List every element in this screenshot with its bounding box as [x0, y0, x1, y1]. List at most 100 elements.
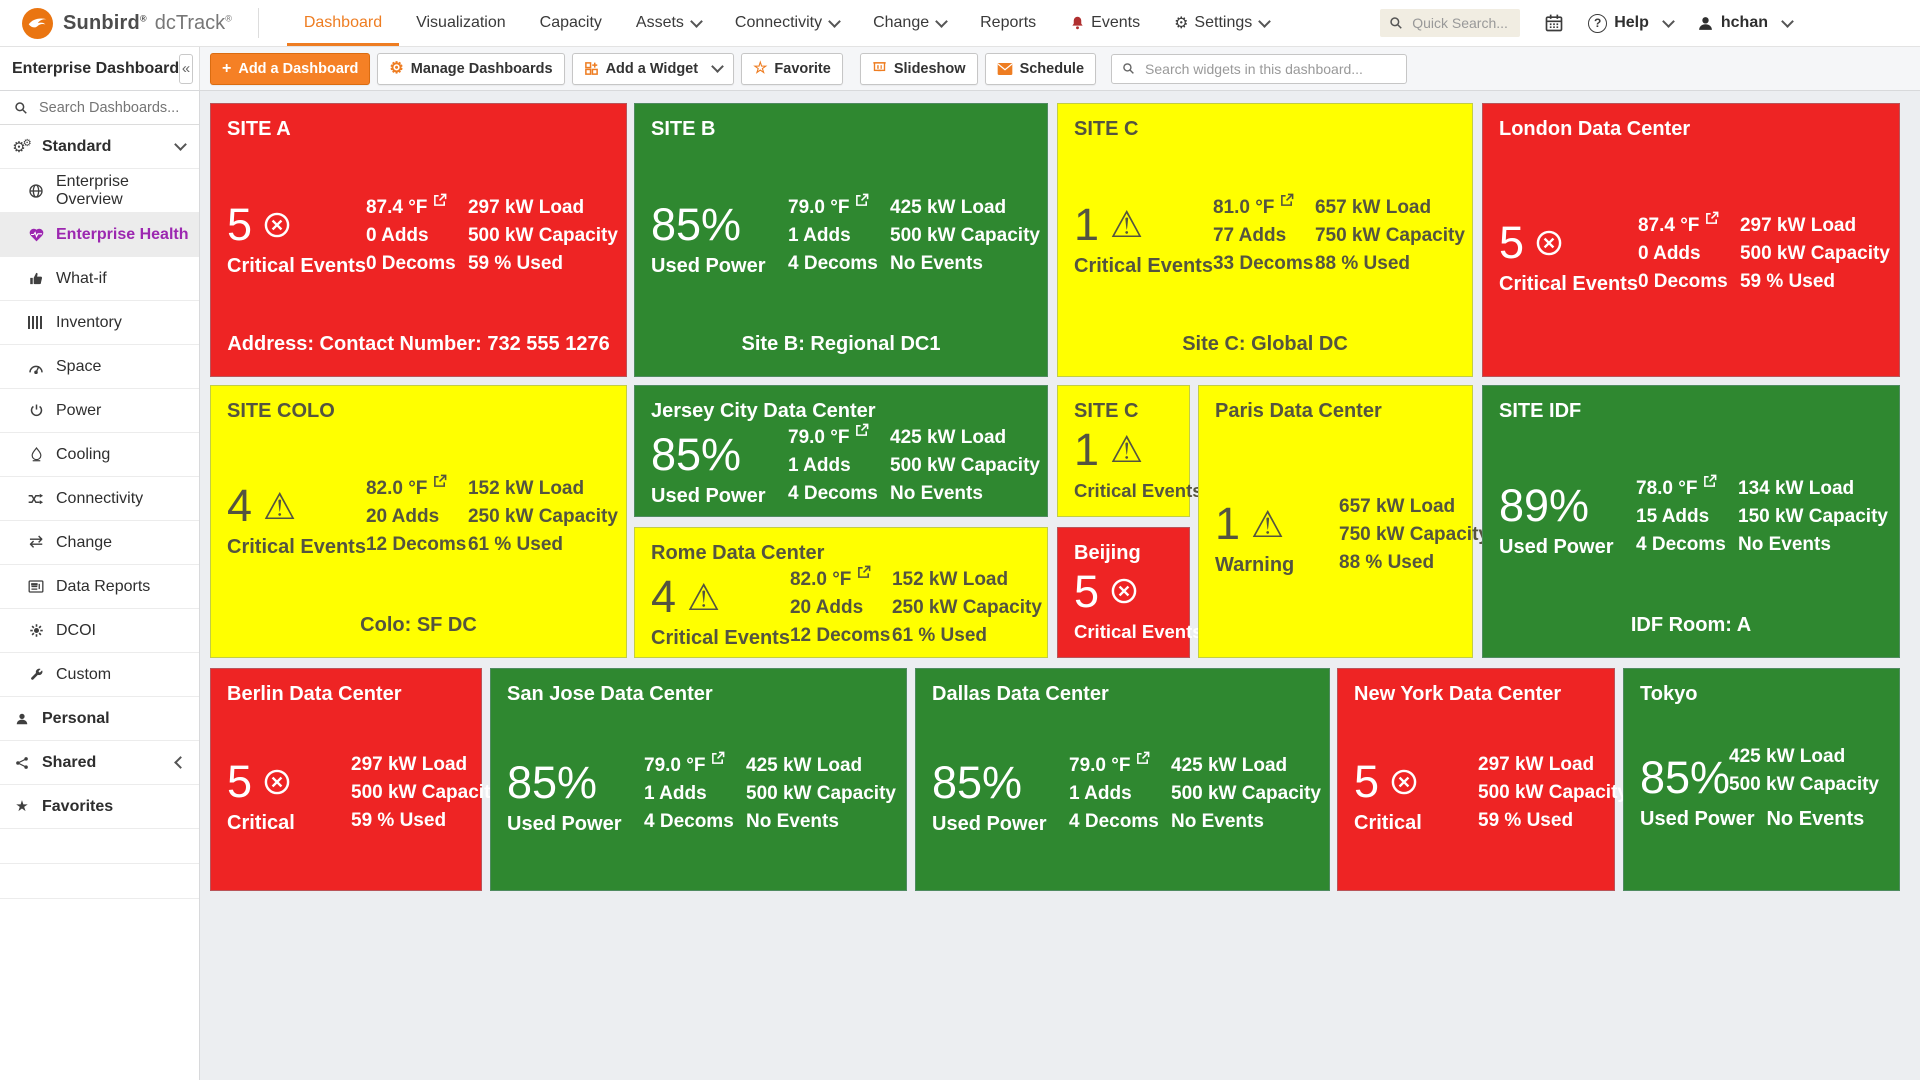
help-menu[interactable]: ? Help — [1588, 14, 1673, 33]
dashboard-tile-site-b[interactable]: SITE B85%Used Power79.0 °F1 Adds4 Decoms… — [634, 103, 1048, 377]
dashboard-tile-dallas[interactable]: Dallas Data Center85%Used Power79.0 °F1 … — [915, 668, 1330, 891]
dashboard-tile-tokyo[interactable]: Tokyo85%Used PowerNo Events425 kW Load50… — [1623, 668, 1900, 891]
external-link-icon[interactable] — [1136, 751, 1150, 765]
dashboard-tile-jersey-city[interactable]: Jersey City Data Center85%Used Power79.0… — [634, 385, 1048, 517]
tile-stat-line: 500 kW Capacity — [351, 779, 501, 807]
user-menu[interactable]: hchan — [1697, 14, 1792, 32]
tile-title: Jersey City Data Center — [651, 400, 1031, 423]
temperature-value: 79.0 °F — [788, 423, 890, 452]
sidebar-item-what-if[interactable]: What-if — [0, 257, 199, 301]
error-icon — [263, 768, 291, 796]
nav-item-events[interactable]: Events — [1053, 0, 1157, 46]
nav-item-settings[interactable]: ⚙Settings — [1157, 0, 1286, 46]
sidebar-item-shared[interactable]: Shared — [0, 741, 199, 785]
sidebar-item-cooling[interactable]: Cooling — [0, 433, 199, 477]
tile-stat-line: 500 kW Capacity — [1729, 771, 1879, 799]
sidebar-item-data-reports[interactable]: Data Reports — [0, 565, 199, 609]
dashboard-tile-site-c[interactable]: SITE C1⚠Critical Events81.0 °F77 Adds33 … — [1057, 103, 1473, 377]
tile-footer: IDF Room: A — [1499, 610, 1883, 647]
sidebar-item-label: Power — [56, 402, 101, 420]
tile-load-column: 425 kW Load500 kW CapacityNo Events — [746, 752, 896, 836]
sidebar-item-power[interactable]: Power — [0, 389, 199, 433]
gauge-icon — [26, 360, 46, 374]
external-link-icon[interactable] — [857, 565, 871, 579]
dashboard-tile-new-york[interactable]: New York Data Center5Critical297 kW Load… — [1337, 668, 1615, 891]
metric-label: Used PowerNo Events — [1640, 808, 1863, 831]
dashboard-tile-site-c-mini[interactable]: SITE C1⚠Critical Events — [1057, 385, 1190, 517]
dashboard-tile-beijing[interactable]: Beijing5Critical Events — [1057, 527, 1190, 658]
tile-body: 85%Used Power79.0 °F1 Adds4 Decoms425 kW… — [507, 751, 890, 836]
tile-body: 89%Used Power78.0 °F15 Adds4 Decoms134 k… — [1499, 474, 1883, 559]
add-dashboard-button[interactable]: + Add a Dashboard — [210, 53, 370, 85]
metric-label: Used Power — [1499, 536, 1636, 559]
external-link-icon[interactable] — [855, 423, 869, 437]
chevron-down-icon — [1781, 15, 1794, 28]
sidebar-search[interactable] — [0, 91, 199, 125]
nav-item-assets[interactable]: Assets — [619, 0, 718, 46]
sidebar-item-personal[interactable]: Personal — [0, 697, 199, 741]
quick-search-input[interactable] — [1410, 14, 1511, 32]
tile-stat-line: 0 Decoms — [1638, 268, 1740, 296]
tile-stat-line: 1 Adds — [1069, 780, 1171, 808]
external-link-icon[interactable] — [1280, 193, 1294, 207]
sidebar-item-standard[interactable]: ⚙⚙Standard — [0, 125, 199, 169]
sidebar-item-custom[interactable]: Custom — [0, 653, 199, 697]
sidebar-item-enterprise-overview[interactable]: Enterprise Overview — [0, 169, 199, 213]
nav-item-change[interactable]: Change — [856, 0, 963, 46]
external-link-icon[interactable] — [433, 193, 447, 207]
tile-stat-line: 88 % Used — [1315, 250, 1465, 278]
manage-dashboards-button[interactable]: ⚙ Manage Dashboards — [377, 53, 564, 85]
quick-search[interactable] — [1380, 9, 1520, 37]
sidebar-item-connectivity[interactable]: Connectivity — [0, 477, 199, 521]
external-link-icon[interactable] — [855, 193, 869, 207]
tile-stat-line: 152 kW Load — [468, 475, 618, 503]
nav-item-capacity[interactable]: Capacity — [523, 0, 619, 46]
external-link-icon[interactable] — [1703, 474, 1717, 488]
widget-search[interactable] — [1111, 54, 1407, 84]
schedule-button[interactable]: Schedule — [985, 53, 1096, 85]
dashboard-tile-rome[interactable]: Rome Data Center4⚠Critical Events82.0 °F… — [634, 527, 1048, 658]
tile-title: Tokyo — [1640, 683, 1883, 706]
error-icon — [1535, 229, 1563, 257]
tile-stat-line: 33 Decoms — [1213, 250, 1315, 278]
tile-body: 5Critical297 kW Load500 kW Capacity59 % … — [1354, 751, 1598, 835]
calendar-icon[interactable] — [1544, 13, 1564, 33]
brand-logo[interactable]: Sunbird® dcTrack® — [0, 8, 232, 39]
sidebar-search-input[interactable] — [37, 99, 181, 117]
nav-item-reports[interactable]: Reports — [963, 0, 1053, 46]
nav-item-connectivity[interactable]: Connectivity — [718, 0, 856, 46]
add-widget-button[interactable]: Add a Widget — [572, 53, 735, 85]
dashboard-tile-site-a[interactable]: SITE A5Critical Events87.4 °F0 Adds0 Dec… — [210, 103, 627, 377]
tile-stat-line: 4 Decoms — [1636, 531, 1738, 559]
metric-value: 5 — [1354, 759, 1379, 805]
nav-item-label: Capacity — [540, 14, 602, 32]
sidebar-item-change[interactable]: ⇄Change — [0, 521, 199, 565]
external-link-icon[interactable] — [433, 474, 447, 488]
dashboard-tile-san-jose[interactable]: San Jose Data Center85%Used Power79.0 °F… — [490, 668, 907, 891]
dashboard-tile-site-idf[interactable]: SITE IDF89%Used Power78.0 °F15 Adds4 Dec… — [1482, 385, 1900, 658]
widget-search-input[interactable] — [1143, 60, 1396, 78]
favorite-button[interactable]: ☆ Favorite — [741, 53, 843, 85]
external-link-icon[interactable] — [1705, 211, 1719, 225]
sidebar-item-enterprise-health[interactable]: Enterprise Health — [0, 213, 199, 257]
nav-item-dashboard[interactable]: Dashboard — [287, 0, 399, 46]
sidebar-item-space[interactable]: Space — [0, 345, 199, 389]
tile-stat-line: No Events — [890, 250, 1040, 278]
sidebar-item-dcoi[interactable]: DCOI — [0, 609, 199, 653]
external-link-icon[interactable] — [711, 751, 725, 765]
dashboard-tile-paris[interactable]: Paris Data Center1⚠Warning657 kW Load750… — [1198, 385, 1473, 658]
dcoi-icon — [26, 623, 46, 638]
tile-load-column: 425 kW Load500 kW CapacityNo Events — [890, 424, 1040, 508]
tile-body: 1⚠Critical Events — [1074, 427, 1173, 502]
slideshow-button[interactable]: Slideshow — [860, 53, 978, 85]
tile-footer: Colo: SF DC — [227, 610, 610, 647]
metric-label: Critical Events — [1074, 621, 1178, 643]
nav-item-visualization[interactable]: Visualization — [399, 0, 523, 46]
sidebar-collapse-button[interactable]: « — [179, 54, 193, 84]
sidebar-item-favorites[interactable]: ★Favorites — [0, 785, 199, 829]
dashboard-tile-site-colo[interactable]: SITE COLO4⚠Critical Events82.0 °F20 Adds… — [210, 385, 627, 658]
tile-temp-column: 78.0 °F15 Adds4 Decoms — [1636, 474, 1738, 559]
dashboard-tile-berlin[interactable]: Berlin Data Center5Critical297 kW Load50… — [210, 668, 482, 891]
sidebar-item-inventory[interactable]: Inventory — [0, 301, 199, 345]
dashboard-tile-london[interactable]: London Data Center5Critical Events87.4 °… — [1482, 103, 1900, 377]
